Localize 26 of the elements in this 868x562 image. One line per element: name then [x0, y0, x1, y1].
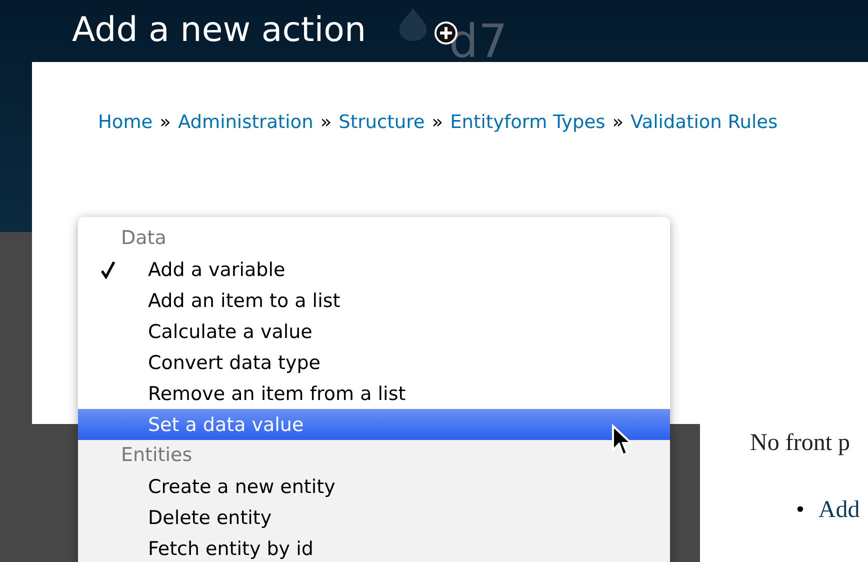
- group-label: Data: [121, 226, 166, 251]
- breadcrumb-separator: »: [320, 112, 332, 133]
- menu-item[interactable]: Create a new entity: [78, 471, 670, 502]
- breadcrumb-separator: »: [432, 112, 444, 133]
- page-title: Add a new action: [72, 10, 366, 50]
- page-text: No front p: [750, 430, 851, 457]
- group-label: Entities: [121, 443, 192, 468]
- breadcrumb-link[interactable]: Administration: [178, 112, 314, 133]
- menu-item[interactable]: Add an item to a list: [78, 285, 670, 316]
- menu-item[interactable]: Delete entity: [78, 502, 670, 533]
- menu-item[interactable]: Fetch entity by id: [78, 533, 670, 562]
- menu-item[interactable]: Set a data value: [78, 409, 670, 440]
- breadcrumb-separator: »: [160, 112, 171, 133]
- breadcrumb-link[interactable]: Entityform Types: [450, 112, 606, 133]
- breadcrumb-link[interactable]: Validation Rules: [630, 112, 778, 133]
- menu-item[interactable]: Convert data type: [78, 347, 670, 378]
- breadcrumb-link[interactable]: Home: [98, 112, 153, 133]
- menu-item[interactable]: Remove an item from a list: [78, 378, 670, 409]
- menu-item[interactable]: Calculate a value: [78, 316, 670, 347]
- breadcrumb-link[interactable]: Structure: [338, 112, 425, 133]
- list-bullet: •: [796, 497, 804, 523]
- logo-text: d7: [449, 14, 508, 68]
- menu-item[interactable]: Add a variable: [78, 254, 670, 285]
- page-link[interactable]: Add: [818, 497, 860, 523]
- breadcrumb-separator: »: [612, 112, 624, 133]
- mouse-pointer-icon: [611, 424, 635, 458]
